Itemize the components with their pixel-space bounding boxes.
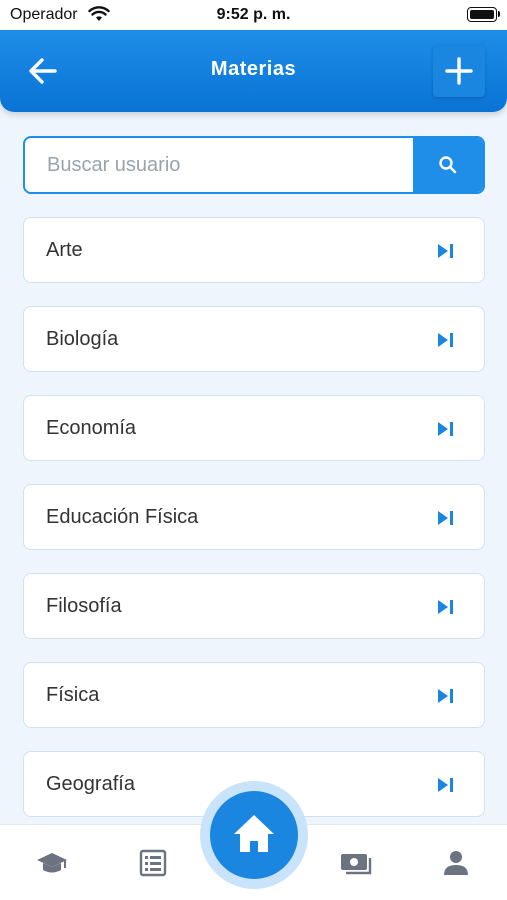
subject-label: Educación Física (46, 506, 199, 528)
list-item[interactable]: Arte (23, 217, 485, 283)
subject-label: Biología (46, 328, 119, 350)
home-icon (234, 815, 274, 852)
list-icon (139, 849, 167, 877)
subject-list: Arte Biología Economía Educación Física … (23, 217, 485, 840)
search-icon (439, 156, 457, 174)
skip-next-icon (438, 422, 453, 436)
page-title: Materias (210, 58, 297, 80)
skip-next-icon (438, 600, 453, 614)
subject-label: Arte (46, 239, 83, 261)
list-item[interactable]: Física (23, 662, 485, 728)
graduation-cap-icon (37, 853, 67, 873)
list-item[interactable]: Filosofía (23, 573, 485, 639)
status-bar: Operador 9:52 p. m. (0, 0, 507, 30)
skip-next-icon (438, 511, 453, 525)
app-header: Materias (0, 30, 507, 112)
nav-payments-button[interactable] (337, 845, 373, 881)
battery-icon (467, 7, 500, 22)
skip-next-icon (438, 689, 453, 703)
skip-next-icon (438, 778, 453, 792)
subject-label: Filosofía (46, 595, 122, 617)
user-icon (444, 851, 468, 875)
money-icon (341, 854, 372, 875)
search-button[interactable] (413, 138, 483, 192)
skip-next-icon (438, 333, 453, 347)
list-item[interactable]: Educación Física (23, 484, 485, 550)
clock: 9:52 p. m. (216, 6, 291, 23)
add-subject-button[interactable] (433, 45, 485, 97)
nav-list-button[interactable] (135, 845, 171, 881)
nav-profile-button[interactable] (438, 845, 474, 881)
subject-label: Economía (46, 417, 137, 439)
skip-next-icon (438, 244, 453, 258)
plus-icon (445, 57, 473, 85)
search-bar (23, 136, 485, 194)
search-input[interactable] (25, 138, 415, 192)
subject-label: Geografía (46, 773, 135, 795)
list-item[interactable]: Biología (23, 306, 485, 372)
list-item[interactable]: Economía (23, 395, 485, 461)
subject-label: Física (46, 684, 100, 706)
nav-home-button[interactable] (210, 791, 298, 879)
nav-courses-button[interactable] (34, 845, 70, 881)
